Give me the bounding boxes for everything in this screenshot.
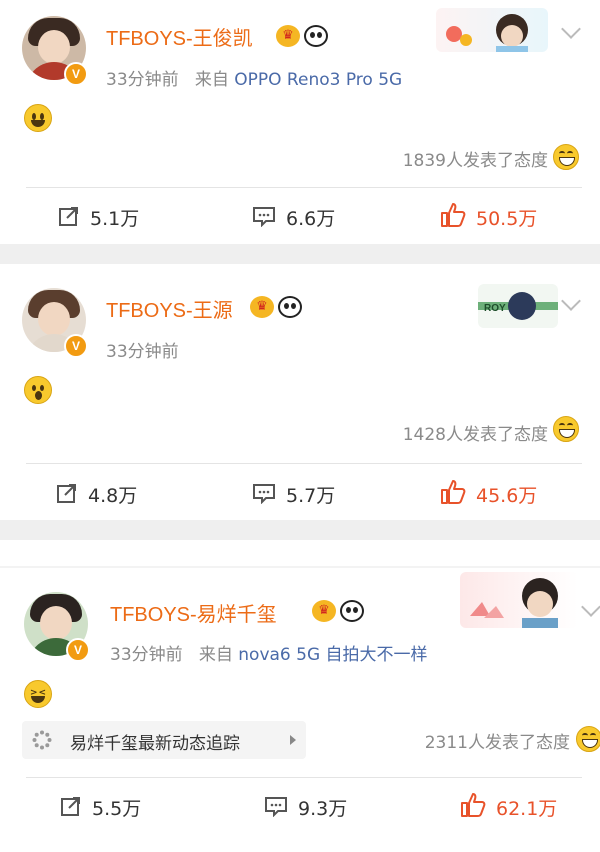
- arrow-right-icon: [290, 735, 296, 745]
- svg-text:ROY: ROY: [484, 303, 506, 314]
- username[interactable]: TFBOYS-王源: [106, 294, 233, 323]
- weibo-post: V TFBOYS-王源 ♛ ROY 33分钟前 1428人发表了态度 4.8万 …: [0, 264, 600, 520]
- chevron-down-icon[interactable]: [561, 19, 581, 39]
- topic-tag[interactable]: 易烊千玺最新动态追踪: [22, 721, 306, 759]
- crown-icon: ♛: [276, 25, 300, 47]
- repost-count[interactable]: 5.1万: [90, 204, 139, 231]
- post-source[interactable]: nova6 5G 自拍大不一样: [238, 645, 427, 665]
- post-meta: 33分钟前 来自 OPPO Reno3 Pro 5G: [106, 65, 402, 90]
- grin-emoji-icon: [24, 104, 52, 132]
- comment-count[interactable]: 5.7万: [286, 481, 335, 508]
- profile-banner: [460, 572, 578, 628]
- repost-icon[interactable]: [56, 482, 78, 504]
- laugh-emoji-icon[interactable]: [553, 416, 579, 442]
- source-prefix: 来自: [198, 645, 233, 665]
- post-source[interactable]: OPPO Reno3 Pro 5G: [234, 70, 402, 90]
- post-separator: [0, 520, 600, 540]
- username[interactable]: TFBOYS-王俊凯: [106, 22, 253, 51]
- repost-count[interactable]: 4.8万: [88, 481, 137, 508]
- panda-icon: [340, 600, 364, 622]
- weibo-post: V TFBOYS-易烊千玺 ♛ 33分钟前 来自 nova6 5G 自拍大不一样…: [0, 568, 600, 852]
- reaction-summary[interactable]: 2311人发表了态度: [425, 728, 570, 753]
- reaction-summary[interactable]: 1839人发表了态度: [403, 146, 548, 171]
- comment-icon[interactable]: [264, 795, 288, 817]
- like-icon[interactable]: [460, 792, 486, 818]
- surprised-emoji-icon: [24, 376, 52, 404]
- chevron-down-icon[interactable]: [581, 597, 600, 617]
- post-time: 33分钟前: [110, 645, 183, 665]
- like-count[interactable]: 50.5万: [476, 204, 537, 231]
- divider: [26, 187, 582, 188]
- verified-badge-icon: V: [66, 638, 90, 662]
- squint-laugh-emoji-icon: > <: [24, 680, 52, 708]
- reaction-summary[interactable]: 1428人发表了态度: [403, 420, 548, 445]
- post-time: 33分钟前: [106, 70, 179, 90]
- post-time: 33分钟前: [106, 342, 179, 362]
- verified-badge-icon: V: [64, 334, 88, 358]
- laugh-emoji-icon[interactable]: [576, 726, 600, 752]
- like-count[interactable]: 45.6万: [476, 481, 537, 508]
- like-icon[interactable]: [440, 202, 466, 228]
- like-icon[interactable]: [440, 479, 466, 505]
- divider: [26, 777, 582, 778]
- comment-icon[interactable]: [252, 482, 276, 504]
- comment-icon[interactable]: [252, 205, 276, 227]
- panda-icon: [278, 296, 302, 318]
- repost-icon[interactable]: [58, 205, 80, 227]
- panda-icon: [304, 25, 328, 47]
- post-meta: 33分钟前: [106, 337, 179, 362]
- laugh-emoji-icon[interactable]: [553, 144, 579, 170]
- profile-banner: ROY: [478, 284, 558, 328]
- repost-count[interactable]: 5.5万: [92, 794, 141, 821]
- crown-icon: ♛: [312, 600, 336, 622]
- comment-count[interactable]: 9.3万: [298, 794, 347, 821]
- post-meta: 33分钟前 来自 nova6 5G 自拍大不一样: [110, 640, 428, 665]
- topic-tag-label: 易烊千玺最新动态追踪: [70, 734, 240, 754]
- crown-icon: ♛: [250, 296, 274, 318]
- profile-banner: [436, 8, 548, 52]
- username[interactable]: TFBOYS-易烊千玺: [110, 598, 277, 627]
- divider: [26, 463, 582, 464]
- weibo-post: V TFBOYS-王俊凯 ♛ 33分钟前 来自 OPPO Reno3 Pro 5…: [0, 0, 600, 244]
- repost-icon[interactable]: [60, 795, 82, 817]
- verified-badge-icon: V: [64, 62, 88, 86]
- source-prefix: 来自: [194, 70, 229, 90]
- post-separator: [0, 244, 600, 264]
- post-separator: [0, 540, 600, 566]
- like-count[interactable]: 62.1万: [496, 794, 557, 821]
- comment-count[interactable]: 6.6万: [286, 204, 335, 231]
- loading-icon: [32, 730, 52, 750]
- chevron-down-icon[interactable]: [561, 291, 581, 311]
